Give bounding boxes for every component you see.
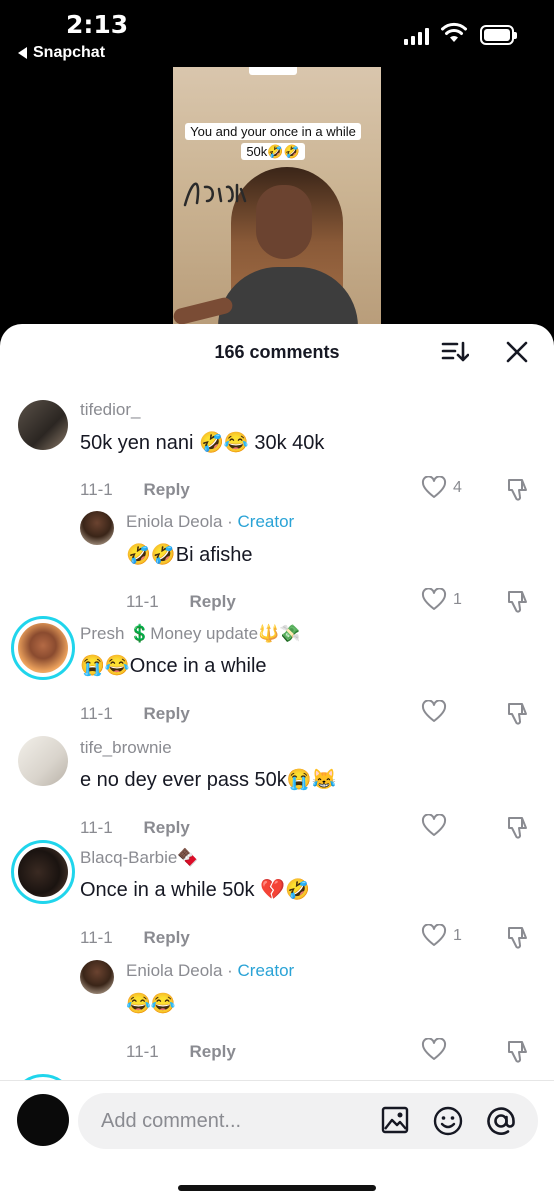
reply-button[interactable]: Reply bbox=[190, 1042, 236, 1061]
reply-button[interactable]: Reply bbox=[190, 592, 236, 611]
video-top-sticker bbox=[249, 67, 297, 75]
back-to-app-link[interactable]: Snapchat bbox=[18, 44, 105, 62]
wifi-icon bbox=[441, 22, 467, 42]
like-button[interactable]: 1 bbox=[421, 924, 462, 948]
comment-composer: Add comment... bbox=[0, 1080, 554, 1200]
reply-button[interactable]: Reply bbox=[144, 818, 190, 837]
comment-date: 11-1 bbox=[80, 704, 113, 723]
like-button[interactable] bbox=[421, 1038, 453, 1062]
video-caption-line1: You and your once in a while bbox=[185, 123, 361, 140]
home-indicator[interactable] bbox=[178, 1185, 376, 1191]
dislike-icon[interactable] bbox=[505, 814, 531, 840]
avatar[interactable] bbox=[18, 400, 68, 450]
comment-date: 11-1 bbox=[126, 592, 159, 611]
avatar[interactable] bbox=[11, 840, 75, 904]
comment-username[interactable]: Presh 💲Money update🔱💸 bbox=[80, 624, 300, 644]
reply-button[interactable]: Reply bbox=[144, 704, 190, 723]
sort-icon[interactable] bbox=[441, 340, 469, 364]
creator-badge: Creator bbox=[237, 961, 295, 980]
dislike-icon[interactable] bbox=[505, 1038, 531, 1064]
heart-icon bbox=[421, 814, 447, 836]
battery-icon bbox=[480, 25, 517, 45]
cellular-signal-icon bbox=[404, 27, 429, 45]
video-preview[interactable]: You and your once in a while 50k🤣🤣 bbox=[173, 67, 381, 337]
heart-icon bbox=[421, 700, 447, 722]
mention-icon[interactable] bbox=[485, 1105, 517, 1137]
comment-text-value: 😂😂 bbox=[126, 993, 176, 1015]
avatar[interactable] bbox=[80, 960, 114, 994]
comment-username[interactable]: tifedior_ bbox=[80, 400, 140, 420]
comment-text: 😂😂 bbox=[126, 991, 176, 1016]
dislike-icon[interactable] bbox=[505, 476, 531, 502]
dislike-icon[interactable] bbox=[505, 924, 531, 950]
reply-username-value: Eniola Deola bbox=[126, 961, 223, 980]
comment-text: Once in a while 50k 💔🤣 bbox=[80, 877, 310, 902]
comment-meta: 11-1 Reply bbox=[126, 592, 236, 612]
avatar[interactable] bbox=[80, 511, 114, 545]
comment-meta: 11-1 Reply bbox=[126, 1042, 236, 1062]
emoji-icon[interactable] bbox=[432, 1105, 464, 1137]
reply-button[interactable]: Reply bbox=[144, 480, 190, 499]
like-button[interactable] bbox=[421, 700, 453, 724]
heart-icon bbox=[421, 1038, 447, 1060]
avatar[interactable] bbox=[18, 736, 68, 786]
status-time: 2:13 bbox=[66, 10, 129, 39]
comment-date: 11-1 bbox=[80, 480, 113, 499]
comment-text-value: e no dey ever pass 50k😭😹 bbox=[80, 769, 337, 791]
comment-meta: 11-1 Reply bbox=[80, 818, 190, 838]
comment-text: 🤣🤣Bi afishe bbox=[126, 542, 253, 567]
comment-meta: 11-1 Reply bbox=[80, 704, 190, 724]
comments-sheet: 166 comments tifedior_ 50k yen nani 🤣😂 3… bbox=[0, 324, 554, 1200]
comment-meta: 11-1 Reply bbox=[80, 928, 190, 948]
status-bar: 2:13 Snapchat bbox=[0, 0, 554, 70]
wall-script-decoration bbox=[183, 182, 247, 207]
creator-badge: Creator bbox=[237, 512, 295, 531]
heart-icon bbox=[421, 476, 447, 498]
reply-button[interactable]: Reply bbox=[144, 928, 190, 947]
like-count: 1 bbox=[453, 591, 462, 608]
comment-input-placeholder[interactable]: Add comment... bbox=[101, 1110, 241, 1133]
avatar[interactable] bbox=[11, 616, 75, 680]
heart-icon bbox=[421, 588, 447, 610]
close-icon[interactable] bbox=[505, 340, 529, 364]
comments-list[interactable]: tifedior_ 50k yen nani 🤣😂 30k 40k 11-1 R… bbox=[0, 382, 554, 1080]
back-arrow-icon bbox=[18, 47, 27, 59]
comment-text: 😭😂Once in a while bbox=[80, 653, 267, 678]
comment-username[interactable]: Blacq-Barbie🍫 bbox=[80, 848, 199, 868]
comment-text: e no dey ever pass 50k😭😹 bbox=[80, 767, 337, 792]
comment-meta: 11-1 Reply bbox=[80, 480, 190, 500]
like-button[interactable]: 4 bbox=[421, 476, 462, 500]
comment-text-value: 50k yen nani 🤣😂 30k 40k bbox=[80, 432, 325, 454]
comment-username[interactable]: tife_brownie bbox=[80, 738, 172, 758]
dislike-icon[interactable] bbox=[505, 588, 531, 614]
comment-text-value: 🤣🤣Bi afishe bbox=[126, 544, 253, 566]
like-button[interactable]: 1 bbox=[421, 588, 462, 612]
comment-text-value: Once in a while 50k 💔🤣 bbox=[80, 879, 310, 901]
heart-icon bbox=[421, 924, 447, 946]
comment-date: 11-1 bbox=[80, 928, 113, 947]
comment-count: 166 comments bbox=[214, 342, 340, 362]
comment-date: 11-1 bbox=[126, 1042, 159, 1061]
reply-username-value: Eniola Deola bbox=[126, 512, 223, 531]
image-icon[interactable] bbox=[380, 1105, 410, 1135]
comment-username[interactable]: Eniola Deola · Creator bbox=[126, 961, 294, 981]
video-caption-line2: 50k🤣🤣 bbox=[241, 143, 305, 160]
comment-text: 50k yen nani 🤣😂 30k 40k bbox=[80, 430, 324, 455]
like-count: 1 bbox=[453, 927, 462, 944]
comment-text-value: 😭😂Once in a while bbox=[80, 655, 267, 677]
like-button[interactable] bbox=[421, 814, 453, 838]
comment-username[interactable]: Eniola Deola · Creator bbox=[126, 512, 294, 532]
comment-date: 11-1 bbox=[80, 818, 113, 837]
my-avatar[interactable] bbox=[17, 1094, 69, 1146]
back-app-label: Snapchat bbox=[33, 44, 106, 61]
video-caption: You and your once in a while 50k🤣🤣 bbox=[175, 122, 371, 162]
like-count: 4 bbox=[453, 479, 462, 496]
dislike-icon[interactable] bbox=[505, 700, 531, 726]
comments-header: 166 comments bbox=[0, 324, 554, 382]
